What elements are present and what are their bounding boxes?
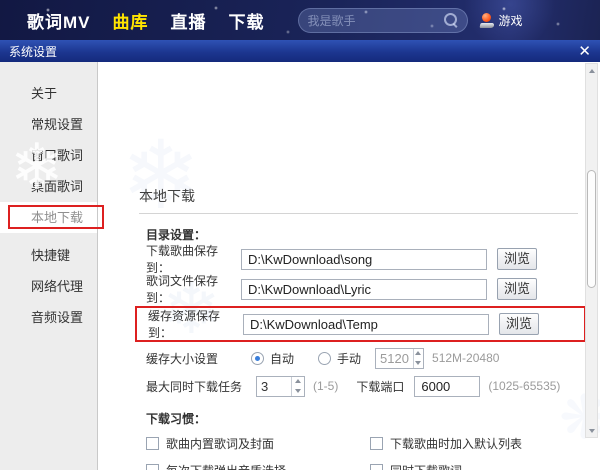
habit-embed-lyrics-cover: 歌曲内置歌词及封面: [146, 435, 370, 452]
radio-manual[interactable]: [318, 352, 331, 365]
dialog-titlebar: 系统设置 ✕: [0, 40, 600, 62]
max-tasks-row: 最大同时下载任务 3 (1-5) 下载端口 6000 (1025-65535): [146, 374, 586, 398]
red-annotation-box: 缓存资源保存到： D:\KwDownload\Temp 浏览: [135, 306, 586, 342]
checkbox-quality-popup[interactable]: [146, 464, 159, 470]
radio-auto[interactable]: [251, 352, 264, 365]
max-tasks-label: 最大同时下载任务: [146, 378, 256, 395]
max-tasks-value: 3: [257, 377, 291, 396]
port-label: 下载端口: [356, 378, 404, 395]
top-navbar: 歌词MV 曲库 直播 下载 我是歌手 游戏: [0, 0, 600, 40]
habits-section-label: 下载习惯：: [146, 410, 586, 424]
song-browse-button[interactable]: 浏览: [497, 248, 537, 270]
cache-size-label: 缓存大小设置: [146, 350, 251, 367]
nav-item-live[interactable]: 直播: [171, 8, 207, 33]
sidebar-item-window-lyrics[interactable]: 窗口歌词: [0, 140, 97, 171]
checkbox-embed-lyrics-cover[interactable]: [146, 437, 159, 450]
joystick-icon: [480, 13, 494, 28]
radio-manual-label[interactable]: 手动: [337, 350, 361, 367]
sidebar-item-about[interactable]: 关于: [0, 78, 97, 109]
cache-size-row: 缓存大小设置 自动 手动 5120 512M-20480: [146, 346, 586, 370]
radio-auto-label[interactable]: 自动: [270, 350, 294, 367]
sidebar-item-audio[interactable]: 音频设置: [0, 302, 97, 333]
port-input[interactable]: 6000: [414, 376, 480, 397]
lyric-path-row: 歌词文件保存到： D:\KwDownload\Lyric 浏览: [146, 274, 586, 304]
max-tasks-hint: (1-5): [313, 379, 338, 393]
nav-item-download[interactable]: 下载: [229, 8, 265, 33]
sidebar-item-desktop-lyrics[interactable]: 桌面歌词: [0, 171, 97, 202]
habit-add-default-list: 下载歌曲时加入默认列表: [370, 435, 594, 452]
scroll-down-icon[interactable]: [586, 424, 597, 437]
lyric-browse-button[interactable]: 浏览: [497, 278, 537, 300]
cache-path-input[interactable]: D:\KwDownload\Temp: [243, 314, 489, 335]
cache-size-stepper[interactable]: 5120: [375, 348, 424, 369]
scroll-up-icon[interactable]: [586, 64, 597, 77]
sidebar-item-local-download[interactable]: 本地下载: [0, 202, 97, 233]
nav-item-lyrics-mv[interactable]: 歌词MV: [27, 8, 91, 33]
game-label: 游戏: [499, 12, 523, 29]
cache-browse-button[interactable]: 浏览: [499, 313, 539, 335]
settings-content: ❄ ❄ ❋ 本地下载 目录设置： 下载歌曲保存到： D:\KwDownload\…: [98, 62, 600, 470]
cache-path-label: 缓存资源保存到：: [148, 307, 243, 341]
lyric-path-label: 歌词文件保存到：: [146, 272, 241, 306]
search-input[interactable]: 我是歌手: [298, 8, 468, 33]
search-icon[interactable]: [444, 13, 458, 27]
stepper-arrows[interactable]: [413, 349, 423, 368]
close-icon[interactable]: ✕: [578, 44, 591, 59]
cache-path-row: 缓存资源保存到： D:\KwDownload\Temp 浏览: [148, 311, 580, 337]
port-hint: (1025-65535): [488, 379, 560, 393]
habits-grid: 歌曲内置歌词及封面 下载歌曲时加入默认列表 每次下载弹出音质选择 同时下载歌词: [146, 430, 586, 470]
search-placeholder: 我是歌手: [308, 12, 356, 29]
settings-dialog-body: ❄ 关于 常规设置 窗口歌词 桌面歌词 本地下载 快捷键 网络代理 音频设置 ❄…: [0, 62, 600, 470]
stepper-arrows[interactable]: [291, 377, 304, 396]
habit-quality-popup: 每次下载弹出音质选择: [146, 462, 370, 470]
song-path-label: 下载歌曲保存到：: [146, 242, 241, 276]
checkbox-label[interactable]: 同时下载歌词: [390, 462, 462, 470]
vertical-scrollbar[interactable]: [585, 63, 598, 438]
song-path-input[interactable]: D:\KwDownload\song: [241, 249, 487, 270]
settings-sidebar: ❄ 关于 常规设置 窗口歌词 桌面歌词 本地下载 快捷键 网络代理 音频设置: [0, 62, 98, 470]
checkbox-label[interactable]: 每次下载弹出音质选择: [166, 462, 286, 470]
game-entry[interactable]: 游戏: [480, 12, 523, 29]
checkbox-label[interactable]: 下载歌曲时加入默认列表: [390, 435, 522, 452]
habit-download-lyrics: 同时下载歌词: [370, 462, 594, 470]
dialog-title: 系统设置: [9, 43, 57, 60]
sidebar-item-label: 本地下载: [31, 210, 83, 225]
sidebar-item-shortcuts[interactable]: 快捷键: [0, 240, 97, 271]
nav-item-music-library[interactable]: 曲库: [113, 8, 149, 33]
sidebar-item-network-proxy[interactable]: 网络代理: [0, 271, 97, 302]
song-path-row: 下载歌曲保存到： D:\KwDownload\song 浏览: [146, 244, 586, 274]
scrollbar-thumb[interactable]: [587, 170, 596, 288]
checkbox-label[interactable]: 歌曲内置歌词及封面: [166, 435, 274, 452]
lyric-path-input[interactable]: D:\KwDownload\Lyric: [241, 279, 487, 300]
checkbox-add-default-list[interactable]: [370, 437, 383, 450]
max-tasks-stepper[interactable]: 3: [256, 376, 305, 397]
cache-size-hint: 512M-20480: [432, 351, 499, 365]
dir-section-label: 目录设置：: [146, 226, 586, 240]
divider: [139, 213, 578, 214]
checkbox-download-lyrics[interactable]: [370, 464, 383, 470]
page-title: 本地下载: [139, 186, 586, 206]
cache-size-value: 5120: [376, 349, 413, 368]
sidebar-item-general[interactable]: 常规设置: [0, 109, 97, 140]
